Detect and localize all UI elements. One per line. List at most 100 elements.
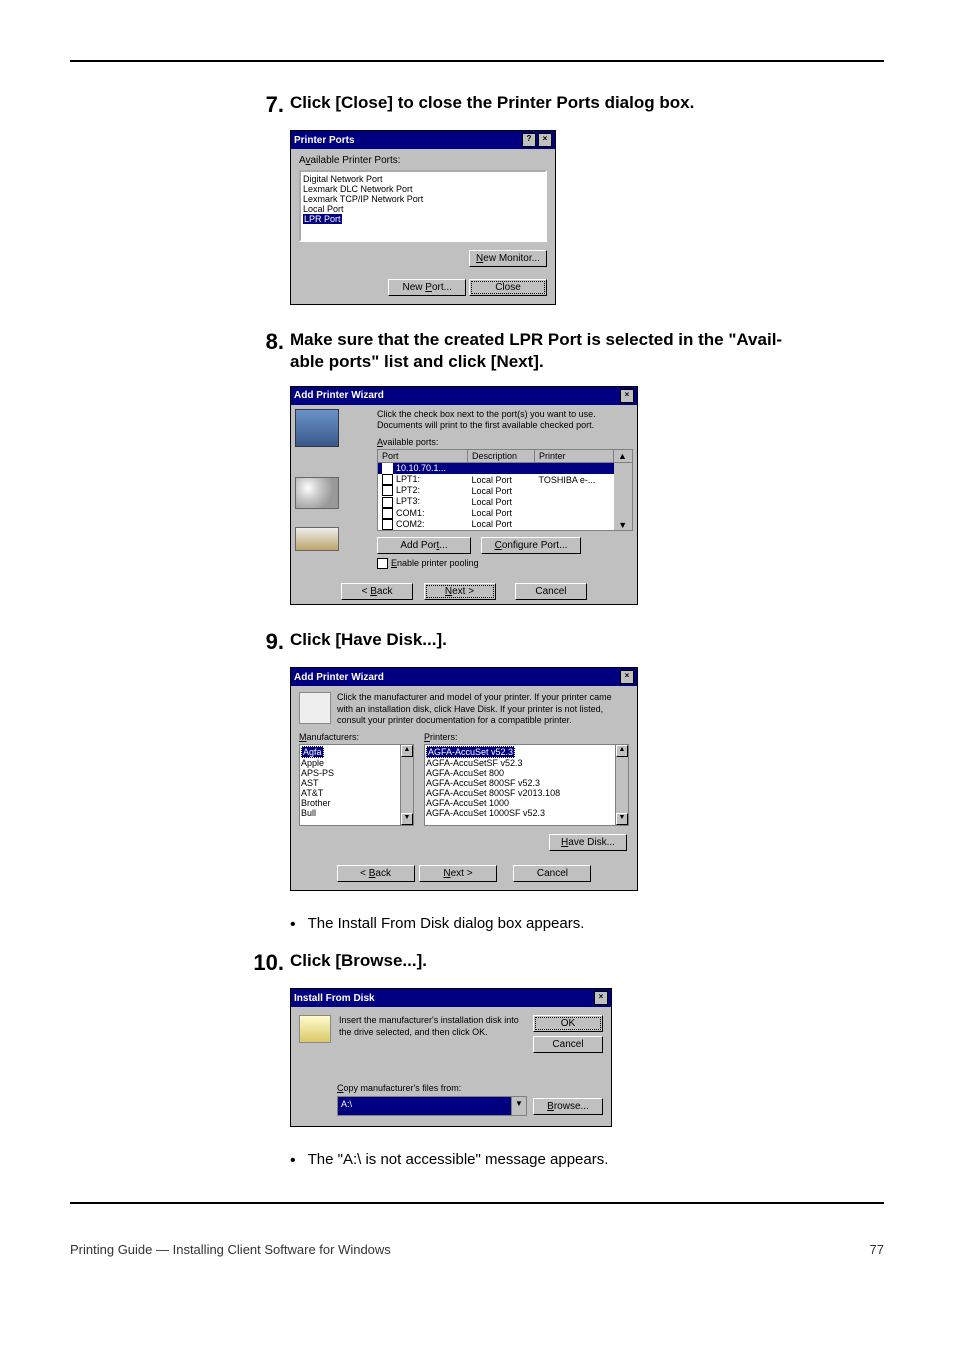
step-10-num: 10. (250, 950, 284, 976)
scroll-up-icon[interactable]: ▲ (614, 450, 633, 463)
instruction-text: Click the check box next to the port(s) … (377, 409, 633, 432)
dialog-title: Install From Disk (294, 993, 375, 1004)
col-desc: Description (467, 450, 534, 463)
list-item[interactable]: Brother (301, 798, 412, 808)
list-item[interactable]: AGFA-AccuSet 1000 (426, 798, 627, 808)
list-item-selected[interactable]: AGFA-AccuSet v52.3 (426, 746, 627, 758)
available-ports-label: Available Printer Ports: (299, 155, 547, 166)
add-port-button[interactable]: Add Port... (377, 537, 471, 554)
disk-icon (299, 1015, 331, 1043)
scrollbar[interactable]: ▲▼ (400, 745, 413, 825)
list-item[interactable]: AGFA-AccuSetSF v52.3 (426, 758, 627, 768)
scroll-down-icon[interactable]: ▼ (401, 813, 413, 825)
close-icon[interactable]: × (594, 991, 608, 1005)
scroll-down-icon[interactable]: ▼ (616, 813, 628, 825)
available-ports-label: Available ports: (377, 437, 633, 447)
table-row[interactable]: LPT1:Local PortTOSHIBA e-...▼ (378, 474, 633, 485)
step-10-text: Click [Browse...]. (290, 950, 844, 972)
new-monitor-button[interactable]: New Monitor... (469, 250, 547, 267)
copy-from-label: Copy manufacturer's files from: (337, 1083, 603, 1093)
step-8-num: 8. (250, 329, 284, 355)
step-9-num: 9. (250, 629, 284, 655)
title-bar: Add Printer Wizard × (291, 387, 637, 405)
printers-label: Printers: (424, 732, 629, 742)
list-item[interactable]: AGFA-AccuSet 800SF v52.3 (426, 778, 627, 788)
dialog-title: Add Printer Wizard (294, 390, 384, 401)
close-icon[interactable]: × (538, 133, 552, 147)
bullet-icon: • (290, 915, 296, 936)
manufacturers-list[interactable]: Agfa Apple APS-PS AST AT&T Brother Bull … (299, 744, 414, 826)
step-10: 10. Click [Browse...]. (250, 950, 844, 976)
close-button[interactable]: Close (469, 279, 547, 296)
ports-table[interactable]: Port Description Printer ▲ ✓10.10.70.1..… (377, 449, 633, 531)
next-button[interactable]: Next > (424, 583, 496, 600)
list-item[interactable]: Local Port (303, 204, 543, 214)
manufacturers-label: Manufacturers: (299, 732, 414, 742)
cancel-button[interactable]: Cancel (513, 865, 591, 882)
list-item[interactable]: AGFA-AccuSet 800 (426, 768, 627, 778)
list-item[interactable]: Lexmark TCP/IP Network Port (303, 194, 543, 204)
list-item[interactable]: AGFA-AccuSet 1000SF v52.3 (426, 808, 627, 818)
printer-icon (295, 527, 339, 551)
have-disk-button[interactable]: Have Disk... (549, 834, 627, 851)
dialog-title: Printer Ports (294, 135, 355, 146)
list-item-selected[interactable]: LPR Port (303, 214, 543, 224)
install-from-disk-dialog: Install From Disk × Insert the manufactu… (290, 988, 612, 1127)
scroll-down-icon[interactable]: ▼ (614, 474, 633, 530)
list-item[interactable]: Digital Network Port (303, 174, 543, 184)
footer-page-number: 77 (870, 1242, 884, 1257)
ok-button[interactable]: OK (533, 1015, 603, 1032)
table-row[interactable]: LPT3:Local Port (378, 496, 633, 507)
back-button[interactable]: < Back (337, 865, 415, 882)
chevron-down-icon[interactable]: ▼ (511, 1097, 526, 1115)
bullet-text: The Install From Disk dialog box appears… (308, 915, 585, 932)
list-item[interactable]: Bull (301, 808, 412, 818)
copy-from-combo[interactable]: A:\ ▼ (337, 1096, 527, 1116)
table-row[interactable]: COM1:Local Port (378, 508, 633, 519)
step-9: 9. Click [Have Disk...]. (250, 629, 844, 655)
back-button[interactable]: < Back (341, 583, 413, 600)
bullet-icon: • (290, 1151, 296, 1172)
next-button[interactable]: Next > (419, 865, 497, 882)
close-icon[interactable]: × (620, 389, 634, 403)
scroll-up-icon[interactable]: ▲ (401, 745, 413, 757)
instruction-text: Insert the manufacturer's installation d… (339, 1015, 525, 1053)
close-icon[interactable]: × (620, 670, 634, 684)
instruction-text: Click the manufacturer and model of your… (337, 692, 629, 726)
browse-button[interactable]: Browse... (533, 1098, 603, 1115)
scrollbar[interactable]: ▲▼ (615, 745, 628, 825)
scroll-up-icon[interactable]: ▲ (616, 745, 628, 757)
new-port-button[interactable]: New Port... (388, 279, 466, 296)
list-item-selected[interactable]: Agfa (301, 746, 412, 758)
list-item[interactable]: AT&T (301, 788, 412, 798)
available-ports-list[interactable]: Digital Network Port Lexmark DLC Network… (299, 170, 547, 242)
add-printer-wizard-ports-dialog: Add Printer Wizard × Click the check box… (290, 386, 638, 605)
list-item[interactable]: AST (301, 778, 412, 788)
computer-icon (295, 409, 339, 447)
list-item[interactable]: APS-PS (301, 768, 412, 778)
table-row[interactable]: COM2:Local Port (378, 519, 633, 531)
list-item[interactable]: Lexmark DLC Network Port (303, 184, 543, 194)
table-row[interactable]: LPT2:Local Port (378, 485, 633, 496)
bullet-text: The "A:\ is not accessible" message appe… (308, 1151, 609, 1168)
enable-pooling-checkbox[interactable]: Enable printer pooling (377, 558, 633, 569)
step-7-num: 7. (250, 92, 284, 118)
help-icon[interactable]: ? (522, 133, 536, 147)
list-item[interactable]: Apple (301, 758, 412, 768)
title-bar: Install From Disk × (291, 989, 611, 1007)
printer-ports-dialog: Printer Ports ? × Available Printer Port… (290, 130, 556, 305)
printers-list[interactable]: AGFA-AccuSet v52.3 AGFA-AccuSetSF v52.3 … (424, 744, 629, 826)
configure-port-button[interactable]: Configure Port... (481, 537, 581, 554)
step-7: 7. Click [Close] to close the Printer Po… (250, 92, 844, 118)
col-port: Port (378, 450, 468, 463)
cancel-button[interactable]: Cancel (515, 583, 587, 600)
bottom-rule (70, 1202, 884, 1204)
cancel-button[interactable]: Cancel (533, 1036, 603, 1053)
title-bar: Printer Ports ? × (291, 131, 555, 149)
footer-left: Printing Guide — Installing Client Softw… (70, 1242, 391, 1257)
bullet-install-dialog-appears: • The Install From Disk dialog box appea… (290, 915, 844, 936)
table-row-selected[interactable]: ✓10.10.70.1... (378, 463, 633, 475)
top-rule (70, 60, 884, 62)
list-item[interactable]: AGFA-AccuSet 800SF v2013.108 (426, 788, 627, 798)
step-7-text: Click [Close] to close the Printer Ports… (290, 92, 844, 114)
